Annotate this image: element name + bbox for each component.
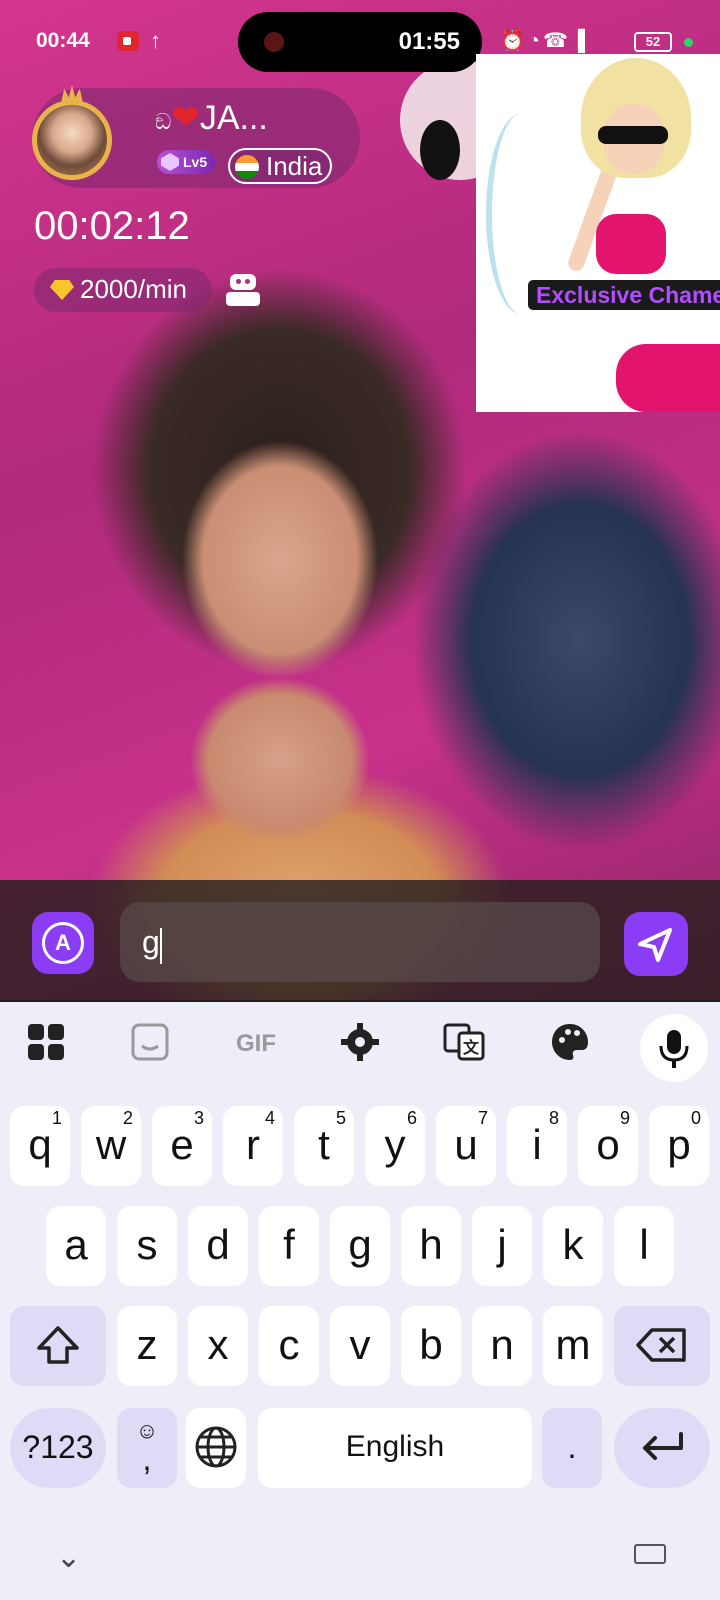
- privacy-dot-icon: [684, 38, 693, 47]
- keyboard: [0, 1002, 720, 1600]
- hide-keyboard-chevron-icon[interactable]: ⌄: [56, 1540, 81, 1575]
- level-badge: Lv5: [157, 150, 215, 174]
- key-s[interactable]: s: [117, 1206, 177, 1286]
- key-f[interactable]: f: [259, 1206, 319, 1286]
- key-k[interactable]: k: [543, 1206, 603, 1286]
- key-d[interactable]: d: [188, 1206, 248, 1286]
- key-l[interactable]: l: [614, 1206, 674, 1286]
- key-number-hint: 5: [335, 1108, 346, 1128]
- key-n[interactable]: n: [472, 1306, 532, 1386]
- send-button[interactable]: [624, 912, 688, 976]
- heart-icon: ❤: [171, 99, 200, 137]
- keyboard-switch-icon[interactable]: [634, 1544, 666, 1564]
- country-badge: India: [228, 148, 332, 184]
- record-dot-icon: [264, 32, 284, 52]
- theme-palette-icon[interactable]: [546, 1020, 594, 1068]
- auto-translate-icon: A: [42, 922, 84, 964]
- key-a[interactable]: a: [46, 1206, 106, 1286]
- apps-grid-icon[interactable]: [22, 1020, 70, 1068]
- india-flag-icon: [235, 155, 259, 179]
- shift-key[interactable]: [10, 1306, 106, 1386]
- status-icons: ⏰◔☎▐: [500, 30, 589, 52]
- key-t[interactable]: t5: [294, 1106, 354, 1186]
- exclusive-label: Exclusive Chamet: [528, 280, 720, 310]
- key-number-hint: 4: [264, 1108, 275, 1128]
- key-w[interactable]: w2: [81, 1106, 141, 1186]
- battery-icon: 52: [634, 32, 672, 52]
- language-globe-key[interactable]: [186, 1408, 246, 1488]
- gif-button[interactable]: GIF: [226, 1020, 286, 1068]
- key-r[interactable]: r4: [223, 1106, 283, 1186]
- key-q[interactable]: q1: [10, 1106, 70, 1186]
- sticker-icon[interactable]: [126, 1020, 174, 1068]
- key-u[interactable]: u7: [436, 1106, 496, 1186]
- key-o[interactable]: o9: [578, 1106, 638, 1186]
- enter-key[interactable]: [614, 1408, 710, 1488]
- key-number-hint: 0: [690, 1108, 701, 1128]
- key-h[interactable]: h: [401, 1206, 461, 1286]
- background-decoration: [420, 120, 460, 180]
- microphone-button[interactable]: [640, 1014, 708, 1082]
- key-e[interactable]: e3: [152, 1106, 212, 1186]
- key-g[interactable]: g: [330, 1206, 390, 1286]
- key-j[interactable]: j: [472, 1206, 532, 1286]
- self-preview-card[interactable]: Exclusive Chamet: [476, 54, 720, 412]
- status-time: 00:44: [36, 29, 90, 52]
- message-input[interactable]: [120, 902, 600, 982]
- settings-gear-icon[interactable]: [336, 1020, 384, 1068]
- key-number-hint: 7: [477, 1108, 488, 1128]
- key-b[interactable]: b: [401, 1306, 461, 1386]
- key-number-hint: 8: [548, 1108, 559, 1128]
- illustration-swimsuit-bottom: [616, 344, 720, 412]
- period-key[interactable]: .: [542, 1408, 602, 1488]
- shift-icon: [37, 1326, 79, 1364]
- key-i[interactable]: i8: [507, 1106, 567, 1186]
- upload-icon: ↑: [150, 28, 161, 53]
- sunglasses-icon: [598, 126, 668, 144]
- translate-icon[interactable]: 文: [440, 1020, 488, 1068]
- key-m[interactable]: m: [543, 1306, 603, 1386]
- svg-text:文: 文: [463, 1038, 480, 1057]
- key-x[interactable]: x: [188, 1306, 248, 1386]
- key-number-hint: 2: [122, 1108, 133, 1128]
- call-rate: 2000/min: [80, 274, 187, 304]
- recording-time: 01:55: [398, 28, 460, 55]
- key-p[interactable]: p0: [649, 1106, 709, 1186]
- key-v[interactable]: v: [330, 1306, 390, 1386]
- translate-button[interactable]: A: [32, 912, 94, 974]
- enter-icon: [643, 1432, 683, 1460]
- globe-icon: [195, 1426, 237, 1468]
- backspace-key[interactable]: [614, 1306, 710, 1386]
- illustration-swimsuit: [596, 214, 666, 274]
- send-icon: [638, 928, 672, 962]
- key-number-hint: 9: [619, 1108, 630, 1128]
- text-caret: [160, 928, 162, 964]
- key-number-hint: 6: [406, 1108, 417, 1128]
- key-number-hint: 1: [51, 1108, 62, 1128]
- robot-icon[interactable]: [224, 274, 262, 308]
- symbols-key[interactable]: ?123: [10, 1408, 106, 1488]
- host-avatar[interactable]: [32, 100, 112, 180]
- key-c[interactable]: c: [259, 1306, 319, 1386]
- backspace-icon: [636, 1328, 686, 1362]
- key-y[interactable]: y6: [365, 1106, 425, 1186]
- key-z[interactable]: z: [117, 1306, 177, 1386]
- call-timer: 00:02:12: [34, 204, 190, 248]
- key-number-hint: 3: [193, 1108, 204, 1128]
- microphone-icon: [659, 1030, 689, 1068]
- space-key[interactable]: English: [258, 1408, 532, 1488]
- screen-record-icon: [117, 31, 139, 51]
- recording-pill[interactable]: 01:55: [238, 12, 482, 72]
- emoji-comma-key[interactable]: ☺,: [117, 1408, 177, 1488]
- host-name: ඞ❤JA...: [155, 99, 268, 137]
